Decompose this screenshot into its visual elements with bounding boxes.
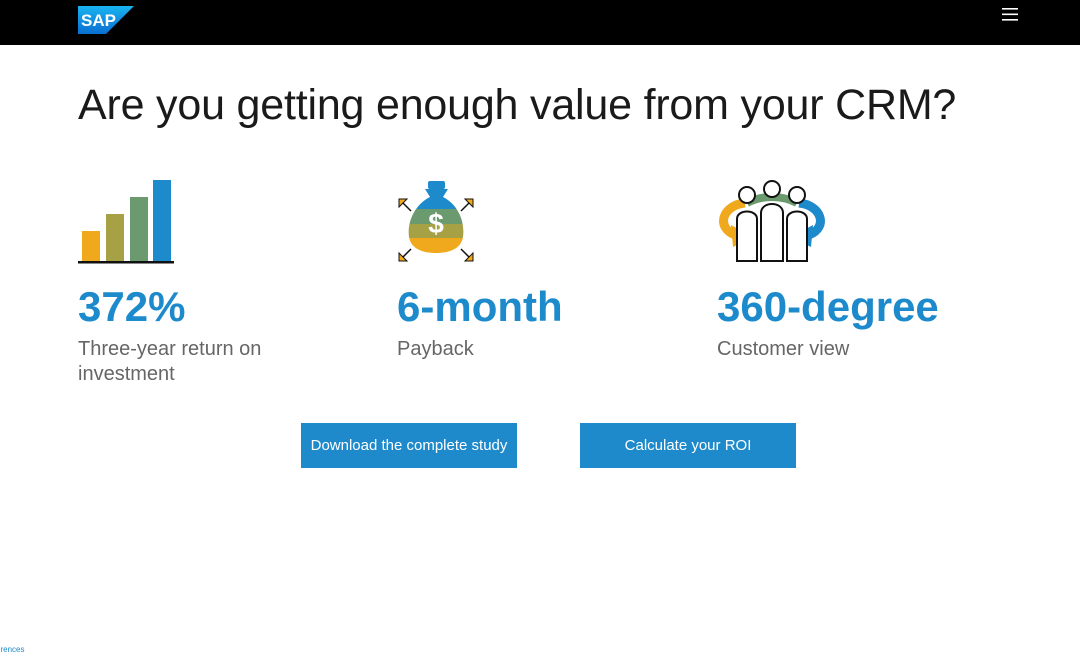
cookie-preferences-link[interactable]: erences bbox=[0, 645, 24, 654]
stat-roi: 372% Three-year return on investment bbox=[78, 175, 378, 385]
download-study-button[interactable]: Download the complete study bbox=[301, 423, 517, 468]
stat-label: Customer view bbox=[717, 338, 850, 360]
top-navigation-bar: SAP bbox=[0, 0, 1080, 45]
stat-value: 6-month bbox=[397, 283, 563, 330]
stat-label: Three-year return on investment bbox=[78, 338, 262, 385]
calculate-roi-button[interactable]: Calculate your ROI bbox=[580, 423, 796, 468]
sap-logo-text: SAP bbox=[81, 11, 116, 30]
sap-logo[interactable]: SAP bbox=[78, 6, 134, 34]
stat-customer-view: 360-degree Customer view bbox=[717, 175, 1017, 360]
page-headline: Are you getting enough value from your C… bbox=[78, 81, 957, 129]
bar-chart-icon bbox=[78, 180, 174, 264]
money-bag-icon: $ bbox=[398, 181, 474, 262]
stat-value: 360-degree bbox=[717, 283, 939, 330]
stat-value: 372% bbox=[78, 283, 186, 330]
stat-payback: $ 6-month Payback bbox=[397, 175, 697, 360]
svg-text:$: $ bbox=[428, 208, 444, 239]
stat-label: Payback bbox=[397, 338, 474, 360]
hamburger-menu-icon[interactable] bbox=[1002, 8, 1018, 21]
customers-cycle-icon bbox=[719, 180, 825, 262]
